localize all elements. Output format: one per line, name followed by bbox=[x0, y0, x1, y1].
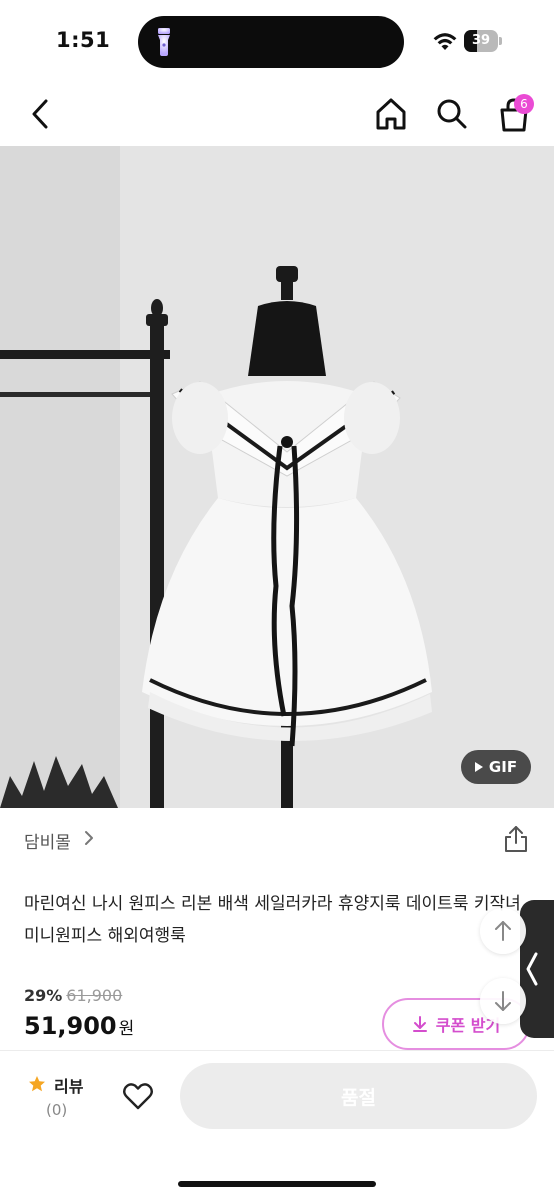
gif-badge[interactable]: GIF bbox=[461, 750, 531, 784]
scroll-top-button[interactable] bbox=[480, 908, 526, 954]
soldout-button[interactable]: 품절 bbox=[180, 1063, 537, 1129]
back-button[interactable] bbox=[22, 94, 58, 134]
play-icon bbox=[474, 762, 483, 772]
home-button[interactable] bbox=[372, 94, 410, 134]
price-unit: 원 bbox=[118, 1019, 135, 1039]
review-count: (0) bbox=[46, 1101, 68, 1119]
dynamic-island bbox=[138, 16, 404, 68]
cart-button[interactable]: 6 bbox=[494, 92, 538, 136]
price-row: 51,900 원 bbox=[24, 1012, 134, 1046]
store-link[interactable]: 담비몰 bbox=[24, 828, 71, 853]
battery-level-text: 39 bbox=[471, 33, 491, 48]
status-time: 1:51 bbox=[56, 28, 111, 52]
search-icon bbox=[437, 99, 467, 129]
home-indicator bbox=[178, 1181, 376, 1187]
arrow-up-icon bbox=[495, 921, 511, 941]
status-bar: 1:51 39 bbox=[0, 0, 554, 84]
wifi-icon bbox=[433, 33, 457, 50]
battery-icon: 39 bbox=[464, 30, 502, 52]
search-button[interactable] bbox=[434, 94, 470, 134]
sale-price: 51,900 bbox=[24, 1012, 117, 1040]
heart-icon bbox=[123, 1083, 153, 1110]
discount-row: 29% 61,900 bbox=[24, 986, 122, 1008]
flashlight-icon bbox=[158, 28, 170, 56]
store-row: 담비몰 bbox=[24, 818, 530, 858]
cart-count-badge: 6 bbox=[514, 94, 534, 114]
review-button[interactable]: 리뷰 (0) bbox=[28, 1073, 108, 1123]
review-label: 리뷰 bbox=[54, 1077, 84, 1096]
arrow-down-icon bbox=[495, 991, 511, 1011]
wishlist-button[interactable] bbox=[122, 1081, 154, 1111]
back-arrow-icon bbox=[32, 99, 48, 129]
product-image[interactable]: GIF bbox=[0, 146, 554, 808]
star-icon bbox=[29, 1076, 45, 1092]
scroll-bottom-button[interactable] bbox=[480, 978, 526, 1024]
share-icon bbox=[505, 826, 527, 852]
share-button[interactable] bbox=[502, 824, 530, 854]
home-icon bbox=[376, 98, 406, 130]
gif-label: GIF bbox=[488, 758, 518, 776]
bottom-action-bar: 리뷰 (0) 품절 bbox=[0, 1050, 554, 1200]
download-icon bbox=[412, 1016, 427, 1032]
product-title: 마린여신 나시 원피스 리본 배색 세일러카라 휴양지룩 데이트룩 키작녀 미니… bbox=[24, 894, 521, 946]
nav-bar: 6 bbox=[0, 84, 554, 146]
chevron-right-icon bbox=[85, 831, 93, 845]
discount-rate: 29% bbox=[24, 986, 63, 1005]
original-price: 61,900 bbox=[66, 986, 123, 1005]
product-photo bbox=[0, 146, 554, 808]
